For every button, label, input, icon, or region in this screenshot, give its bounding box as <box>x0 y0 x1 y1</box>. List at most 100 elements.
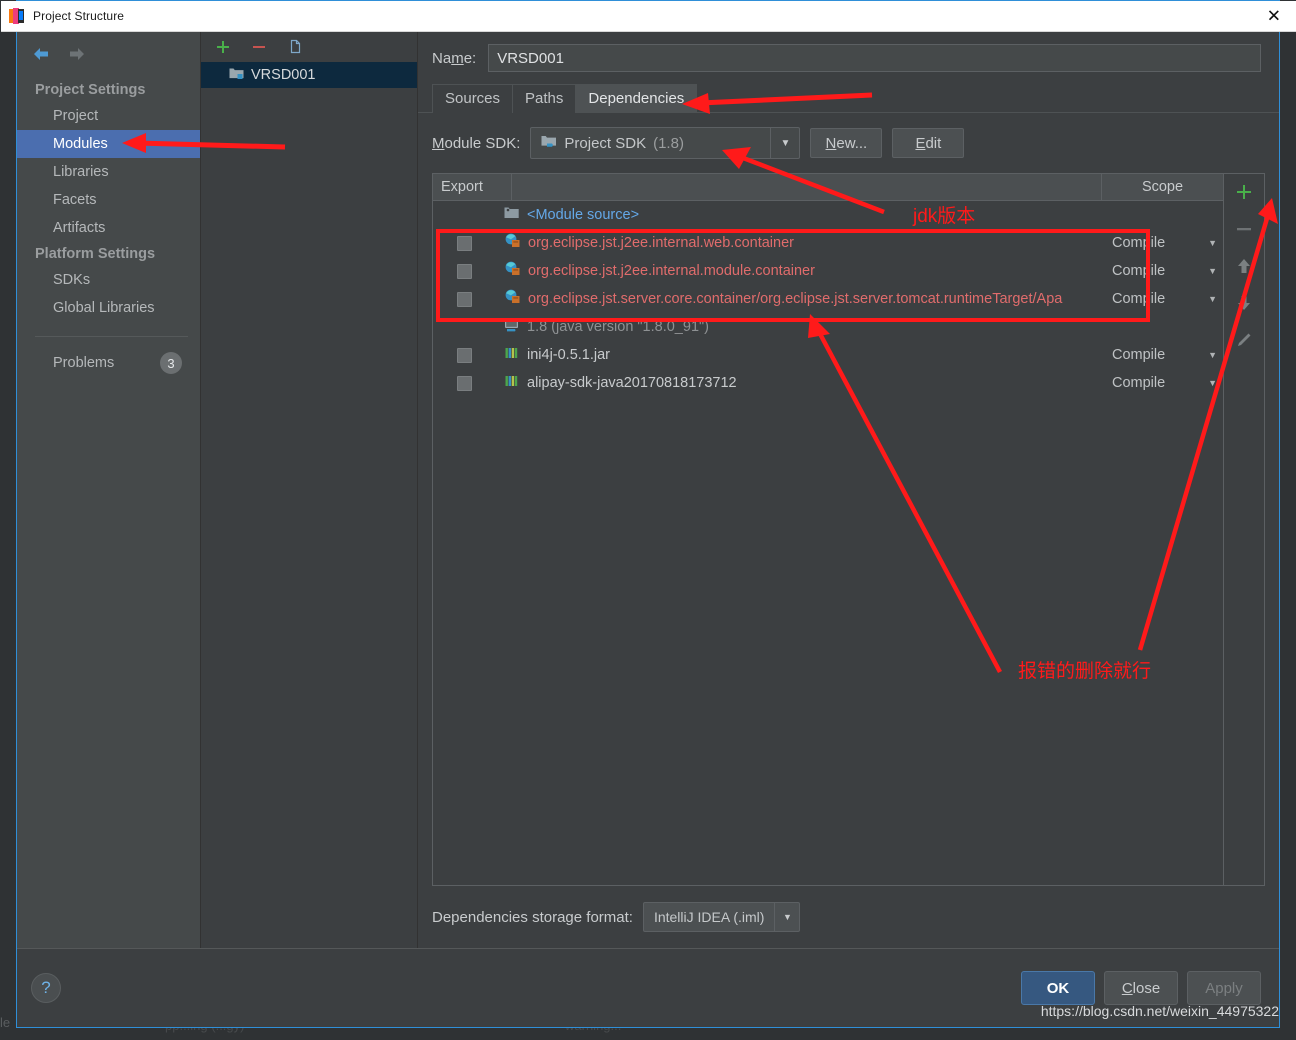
dependency-name: ini4j-0.5.1.jar <box>527 347 611 363</box>
chevron-down-icon[interactable]: ▼ <box>1208 294 1217 304</box>
screen: le pp...ing (...gy) warning... Project S… <box>0 0 1296 1040</box>
chevron-down-icon[interactable]: ▼ <box>1208 238 1217 248</box>
export-cell[interactable] <box>433 291 495 307</box>
export-checkbox[interactable] <box>456 347 472 363</box>
table-row[interactable]: ini4j-0.5.1.jar Compile ▼ <box>433 341 1223 369</box>
module-detail-panel: Name: Sources Paths Dependencies Module … <box>418 32 1279 948</box>
sidebar-item-artifacts[interactable]: Artifacts <box>17 214 200 242</box>
tab-dependencies[interactable]: Dependencies <box>575 84 698 113</box>
module-list-panel: VRSD001 <box>201 32 418 948</box>
add-dependency-button[interactable] <box>1231 180 1257 204</box>
background-text-left: le <box>0 1015 11 1030</box>
move-down-button[interactable] <box>1231 291 1257 315</box>
dependencies-table-body: <Module source> org.eclipse.jst.j2ee.int… <box>433 201 1223 885</box>
ok-button[interactable]: OK <box>1021 971 1095 1005</box>
storage-format-value: IntelliJ IDEA (.iml) <box>653 909 765 925</box>
edit-dependency-button[interactable] <box>1231 328 1257 352</box>
module-list-toolbar <box>201 32 417 62</box>
scope-cell[interactable]: Compile ▼ <box>1112 375 1223 391</box>
table-row[interactable]: 1.8 (java version "1.8.0_91") <box>433 313 1223 341</box>
tab-paths[interactable]: Paths <box>512 84 577 113</box>
export-checkbox[interactable] <box>456 375 472 391</box>
export-cell[interactable] <box>433 263 495 279</box>
scope-cell[interactable]: Compile ▼ <box>1112 235 1223 251</box>
table-row[interactable]: org.eclipse.jst.j2ee.internal.web.contai… <box>433 229 1223 257</box>
close-icon[interactable]: ✕ <box>1267 8 1281 25</box>
module-sdk-select[interactable]: Project SDK (1.8) ▼ <box>530 127 801 159</box>
module-name-input[interactable] <box>488 44 1261 72</box>
chevron-down-icon[interactable]: ▼ <box>1208 266 1217 276</box>
project-structure-dialog: Project Structure ✕ Project Settings Pro… <box>1 0 1296 1028</box>
module-name-row: Name: <box>418 32 1279 72</box>
sidebar-item-libraries[interactable]: Libraries <box>17 158 200 186</box>
export-checkbox[interactable] <box>456 263 472 279</box>
close-button[interactable]: Close <box>1104 971 1178 1005</box>
move-up-button[interactable] <box>1231 254 1257 278</box>
table-row[interactable]: org.eclipse.jst.server.core.container/or… <box>433 285 1223 313</box>
sidebar-group-platform-settings: Platform Settings <box>35 246 156 262</box>
table-row[interactable]: <Module source> <box>433 201 1223 229</box>
sdk-name: Project SDK <box>564 134 647 152</box>
apply-button[interactable]: Apply <box>1187 971 1261 1005</box>
intellij-logo-icon <box>9 8 25 24</box>
dependency-name-cell: ini4j-0.5.1.jar <box>495 346 1112 365</box>
export-cell[interactable] <box>433 375 495 391</box>
dependencies-table-wrap: Export Scope <Module source> org.eclipse… <box>432 173 1265 886</box>
sidebar-item-facets[interactable]: Facets <box>17 186 200 214</box>
scope-cell[interactable]: Compile ▼ <box>1112 263 1223 279</box>
plus-icon[interactable] <box>213 37 233 57</box>
module-sdk-row: Module SDK: Project SDK (1.8) ▼ New... E… <box>418 113 1279 171</box>
module-list-item[interactable]: VRSD001 <box>201 62 417 88</box>
sidebar-divider <box>35 336 188 337</box>
chevron-down-icon[interactable]: ▼ <box>1208 350 1217 360</box>
window-title: Project Structure <box>33 9 125 23</box>
export-checkbox[interactable] <box>456 235 472 251</box>
dependencies-side-toolbar <box>1224 173 1265 886</box>
footer-buttons: OK Close Apply <box>1021 971 1261 1005</box>
storage-format-select[interactable]: IntelliJ IDEA (.iml) ▼ <box>642 902 801 932</box>
export-cell[interactable] <box>433 347 495 363</box>
sidebar-item-project[interactable]: Project <box>17 102 200 130</box>
dialog-panes: Project Settings Project Modules Librari… <box>17 32 1279 948</box>
tab-sources[interactable]: Sources <box>432 84 514 113</box>
new-sdk-button[interactable]: New... <box>810 128 883 158</box>
sdk-folder-icon <box>541 134 557 153</box>
sidebar-item-problems[interactable]: Problems 3 <box>17 349 200 377</box>
module-name: VRSD001 <box>251 67 316 83</box>
jar-icon <box>504 374 520 393</box>
chevron-down-icon[interactable]: ▼ <box>1208 378 1217 388</box>
table-row[interactable]: org.eclipse.jst.j2ee.internal.module.con… <box>433 257 1223 285</box>
chevron-down-icon[interactable]: ▼ <box>774 903 799 931</box>
chevron-down-icon[interactable]: ▼ <box>770 128 799 158</box>
export-checkbox[interactable] <box>456 291 472 307</box>
dependency-name: alipay-sdk-java20170818173712 <box>527 375 737 391</box>
sidebar-item-modules[interactable]: Modules <box>17 130 200 158</box>
scope-cell[interactable]: Compile ▼ <box>1112 291 1223 307</box>
forward-arrow-icon[interactable] <box>67 44 87 64</box>
column-header-export[interactable]: Export <box>433 174 512 200</box>
dependency-name-cell: alipay-sdk-java20170818173712 <box>495 374 1112 393</box>
scope-cell[interactable]: Compile ▼ <box>1112 347 1223 363</box>
dependency-name: org.eclipse.jst.j2ee.internal.web.contai… <box>528 235 794 251</box>
library-error-icon <box>504 233 521 253</box>
dependency-name-cell: org.eclipse.jst.j2ee.internal.web.contai… <box>495 233 1112 253</box>
sidebar-item-sdks[interactable]: SDKs <box>17 266 200 294</box>
title-bar: Project Structure ✕ <box>1 1 1296 32</box>
settings-sidebar: Project Settings Project Modules Librari… <box>17 32 201 948</box>
sidebar-item-global-libraries[interactable]: Global Libraries <box>17 294 200 322</box>
module-icon <box>229 66 244 85</box>
copy-icon[interactable] <box>285 37 305 57</box>
export-cell[interactable] <box>433 235 495 251</box>
module-source-icon <box>504 206 520 225</box>
scope-value: Compile <box>1112 263 1166 279</box>
column-header-scope[interactable]: Scope <box>1102 174 1223 200</box>
dependency-name: org.eclipse.jst.server.core.container/or… <box>528 291 1063 307</box>
edit-sdk-button[interactable]: Edit <box>892 128 965 158</box>
remove-dependency-button[interactable] <box>1231 217 1257 241</box>
storage-format-label: Dependencies storage format: <box>432 908 633 926</box>
minus-icon[interactable] <box>249 37 269 57</box>
help-button[interactable]: ? <box>31 973 61 1003</box>
table-row[interactable]: alipay-sdk-java20170818173712 Compile ▼ <box>433 369 1223 397</box>
back-arrow-icon[interactable] <box>31 44 51 64</box>
column-header-name[interactable] <box>512 174 1102 200</box>
